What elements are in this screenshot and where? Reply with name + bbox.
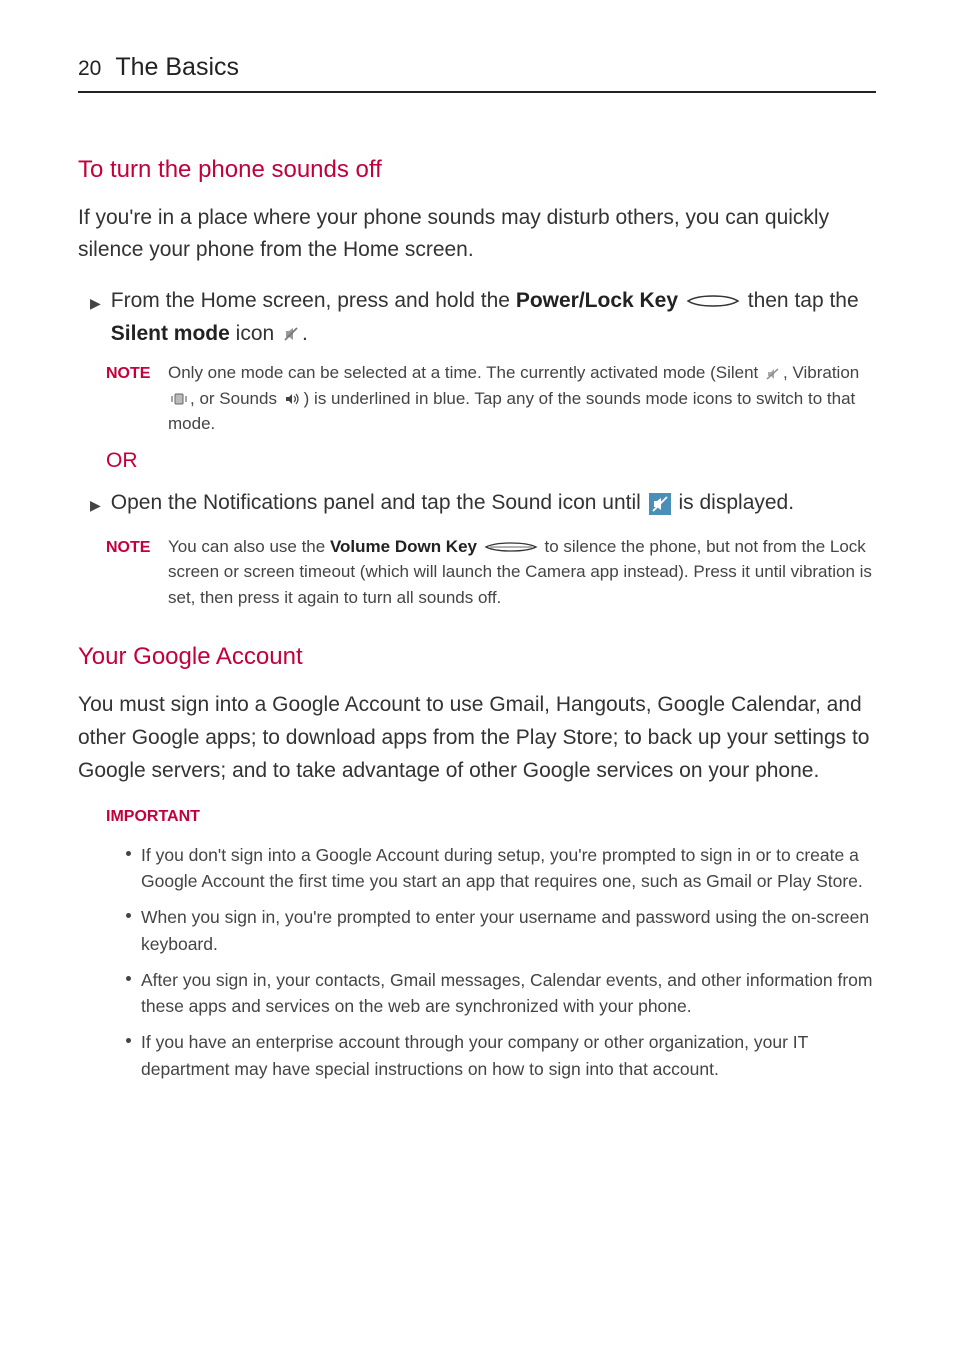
step-text: Open the Notifications panel and tap the… [111, 487, 794, 520]
bullet-arrow-icon: ▶ [90, 495, 101, 520]
step-2: ▶ Open the Notifications panel and tap t… [90, 487, 876, 520]
intro-paragraph: If you're in a place where your phone so… [78, 202, 876, 267]
bullet-dot-icon [126, 1038, 131, 1043]
vibration-icon [170, 392, 188, 406]
sound-notification-icon [649, 493, 671, 515]
bullet-dot-icon [126, 851, 131, 856]
note-label: NOTE [106, 360, 168, 437]
section-heading-sounds-off: To turn the phone sounds off [78, 151, 876, 188]
note-text: Only one mode can be selected at a time.… [168, 360, 876, 437]
silent-mode-icon [282, 325, 300, 343]
bullet-dot-icon [126, 913, 131, 918]
bullet-dot-icon [126, 976, 131, 981]
important-item: When you sign in, you're prompted to ent… [126, 904, 876, 957]
note-2: NOTE You can also use the Volume Down Ke… [106, 534, 876, 611]
google-intro-paragraph: You must sign into a Google Account to u… [78, 689, 876, 787]
silent-icon [765, 367, 781, 381]
section-heading-google-account: Your Google Account [78, 638, 876, 675]
note-1: NOTE Only one mode can be selected at a … [106, 360, 876, 437]
page-number: 20 [78, 53, 101, 86]
or-divider: OR [106, 445, 876, 478]
chapter-title: The Basics [115, 48, 239, 87]
sound-icon [284, 392, 302, 406]
important-item: If you don't sign into a Google Account … [126, 842, 876, 895]
step-1: ▶ From the Home screen, press and hold t… [90, 285, 876, 350]
volume-down-key-icon [484, 541, 538, 553]
page-header: 20 The Basics [78, 48, 876, 93]
note-label: NOTE [106, 534, 168, 611]
important-item: After you sign in, your contacts, Gmail … [126, 967, 876, 1020]
power-lock-key-icon [686, 294, 740, 308]
important-item: If you have an enterprise account throug… [126, 1029, 876, 1082]
step-text: From the Home screen, press and hold the… [111, 285, 876, 350]
important-label: IMPORTANT [106, 805, 876, 830]
bullet-arrow-icon: ▶ [90, 293, 101, 350]
note-text: You can also use the Volume Down Key to … [168, 534, 876, 611]
